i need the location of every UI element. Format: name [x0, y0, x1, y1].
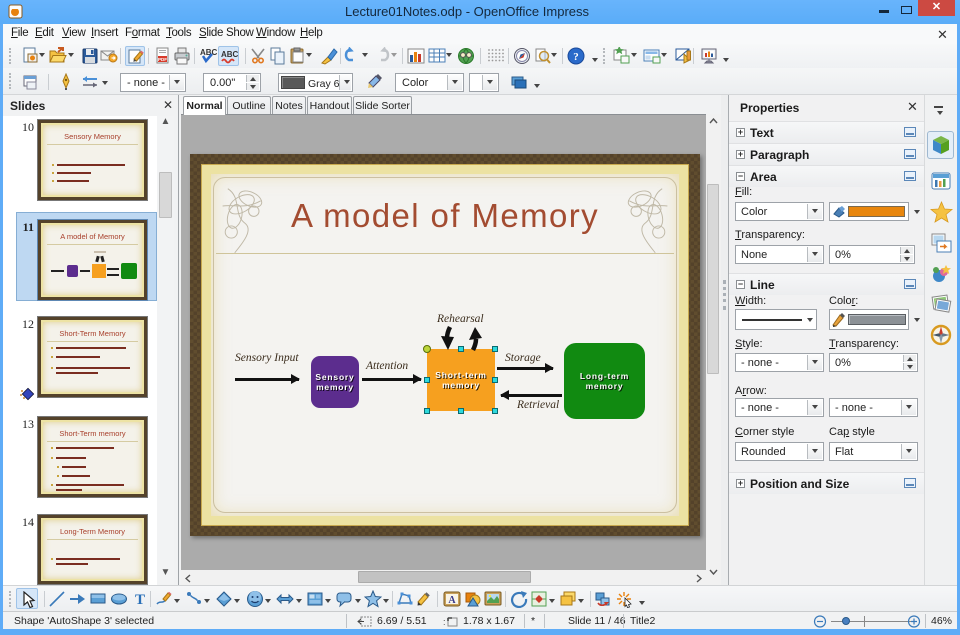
svg-text:PDF: PDF — [158, 57, 167, 62]
svg-text:ABC: ABC — [200, 48, 217, 57]
svg-text:T: T — [135, 592, 145, 608]
svg-text::: : — [443, 617, 446, 627]
svg-text:A: A — [448, 595, 456, 606]
svg-text:?: ? — [573, 51, 579, 63]
svg-text:ABC: ABC — [221, 50, 238, 59]
